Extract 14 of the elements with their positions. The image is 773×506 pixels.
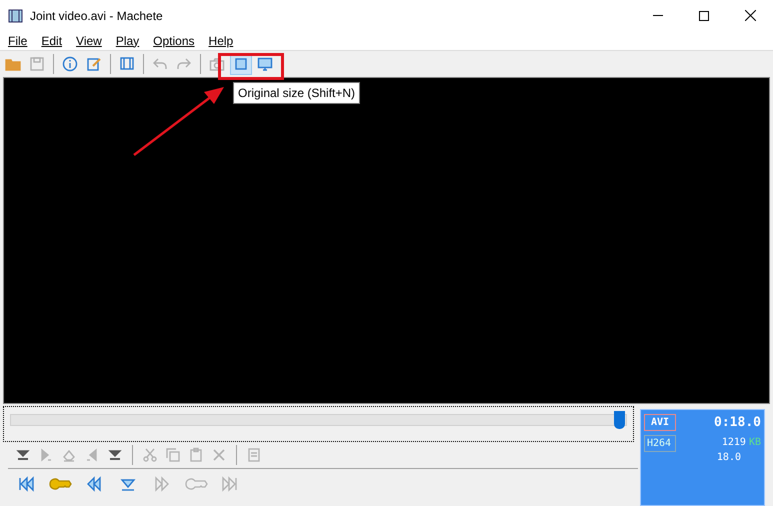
menu-item[interactable]: File [1,32,34,50]
frame-rate: 18.0 [716,450,741,464]
tooltip: Original size (Shift+N) [233,82,360,104]
codec-label: H264 [644,434,676,452]
menu-item[interactable]: Play [108,32,146,50]
file-size: 1219 [722,436,746,450]
time-readout: 0:18.0 [714,414,761,432]
menu-item[interactable]: Help [202,32,240,50]
container-format: AVI [644,414,676,432]
menu-item[interactable]: Options [146,32,202,50]
size-unit: KB [748,436,761,450]
menu-item[interactable]: View [69,32,109,50]
menu-item[interactable]: Edit [34,32,70,50]
window-title: Joint video.avi - Machete [30,8,163,24]
